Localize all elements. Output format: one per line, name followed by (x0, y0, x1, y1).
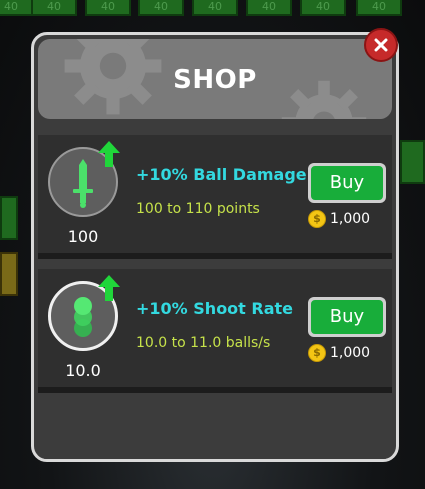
upgrade-level: 10.0 (65, 361, 101, 380)
price-value: 1,000 (330, 211, 371, 227)
price: $ 1,000 (308, 343, 388, 363)
upgrade-name: +10% Shoot Rate (136, 299, 294, 318)
coin-icon: $ (308, 344, 326, 362)
buy-button-label: Buy (311, 300, 383, 334)
price-value: 1,000 (330, 345, 371, 361)
brick: 40 (356, 0, 402, 16)
background-brick-row: 40 40 40 40 40 40 40 40 (0, 0, 425, 18)
shop-item-shoot-rate: 10.0 +10% Shoot Rate 10.0 to 11.0 balls/… (38, 269, 392, 393)
shop-footer (38, 401, 392, 459)
upgrade-name: +10% Ball Damage (136, 165, 307, 184)
brick: 40 (300, 0, 346, 16)
side-brick-gold (0, 252, 18, 296)
brick: 40 (192, 0, 238, 16)
upgrade-description: 100 to 110 points (136, 201, 260, 217)
upgrade-description: 10.0 to 11.0 balls/s (136, 335, 271, 351)
brick: 40 (246, 0, 292, 16)
side-brick (0, 196, 18, 240)
upgrade-level: 100 (67, 227, 99, 246)
shop-item-ball-damage: 100 +10% Ball Damage 100 to 110 points B… (38, 135, 392, 259)
upgrade-arrow-icon (98, 275, 120, 301)
close-button[interactable] (364, 28, 398, 62)
buy-button-label: Buy (311, 166, 383, 200)
brick: 40 (85, 0, 131, 16)
shop-header: SHOP (38, 39, 392, 119)
close-icon (374, 38, 388, 52)
side-brick (400, 140, 425, 184)
buy-button[interactable]: Buy (308, 297, 386, 337)
buy-button[interactable]: Buy (308, 163, 386, 203)
shop-title: SHOP (173, 65, 257, 95)
brick: 40 (138, 0, 184, 16)
shop-modal: SHOP 100 +10% Ball Damage 100 to 110 poi… (31, 32, 399, 462)
brick: 40 (0, 0, 34, 16)
coin-icon: $ (308, 210, 326, 228)
upgrade-arrow-icon (98, 141, 120, 167)
brick: 40 (31, 0, 77, 16)
price: $ 1,000 (308, 209, 388, 229)
